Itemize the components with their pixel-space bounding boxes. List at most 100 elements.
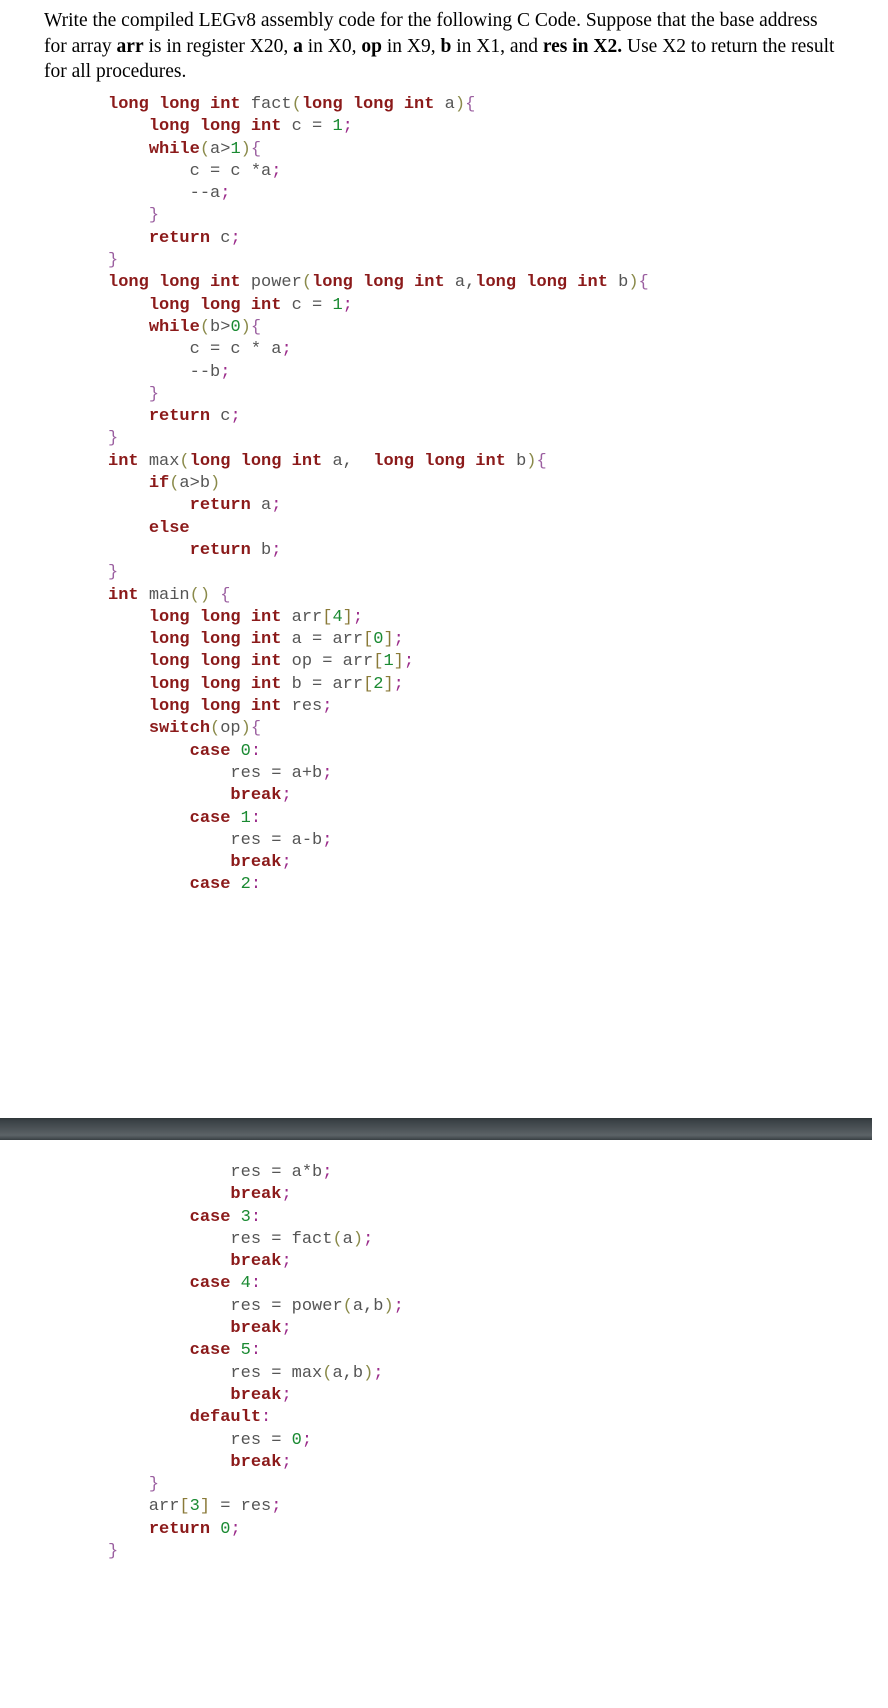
code-line: break; [108,1385,404,1407]
code-token-kw: long long int [148,652,292,672]
code-token-kw: case [189,1341,241,1361]
code-line: res = 0; [108,1430,404,1452]
code-token-id [108,1475,149,1494]
code-token-semi: ; [301,1430,313,1450]
code-token-paren: ) [363,1363,374,1383]
code-token-id: op [220,719,241,739]
code-token-id: res = a+b [108,763,323,783]
code-token-brace: } [108,1542,119,1562]
code-token-num: 2 [240,875,251,895]
code-token-id: b [261,540,272,560]
code-line: long long int c = 1; [108,295,649,317]
code-token-kw: return [148,1519,221,1539]
code-token-semi: ; [281,1319,292,1339]
code-token-paren: ) [628,273,639,293]
code-line: --b; [108,362,649,384]
code-line: long long int op = arr[1]; [108,651,649,673]
code-line: break; [108,852,649,874]
code-line: case 5: [108,1340,404,1362]
code-token-kw: long long int [148,607,292,627]
code-token-paren: ) [240,317,251,337]
code-line: --a; [108,183,649,205]
code-token-id: a [352,1296,364,1316]
code-token-semi: ; [230,1519,241,1539]
code-token-paren: ( [179,451,190,471]
code-token-op: = [322,652,343,672]
code-token-num: 4 [332,607,343,627]
code-token-kw: default [189,1408,262,1428]
code-token-kw: break [230,1385,282,1405]
code-line: } [108,562,649,584]
code-token-op: > [220,139,231,159]
code-line: arr[3] = res; [108,1496,404,1518]
code-line: return a; [108,495,649,517]
prompt-emphasis: in X2. [567,35,623,57]
code-token-kw: if [148,474,170,494]
code-line: res = a*b; [108,1162,404,1184]
code-token-brace: } [148,384,160,404]
code-token-semi: ; [281,1252,292,1272]
code-token-semi: ; [281,786,292,806]
code-token-id: b [373,1296,384,1316]
code-token-id: op [291,652,323,672]
code-token-id [108,318,149,337]
code-token-kw: else [148,518,190,538]
code-token-id: a [444,95,455,114]
code-token-num: 1 [230,139,241,159]
prompt-text: in X1, and [451,35,543,57]
code-token-semi: ; [393,630,404,650]
code-token-id [108,117,149,136]
code-line: } [108,1474,404,1496]
code-token-id: arr [332,674,364,694]
code-line: } [108,384,649,406]
code-token-id: a [261,496,272,516]
code-token-semi: ; [230,407,241,427]
code-token-id [108,1520,149,1539]
code-line: res = a+b; [108,763,649,785]
code-token-semi: ; [322,763,333,783]
code-token-kw: break [230,786,282,806]
code-token-kw: break [230,1452,282,1472]
code-token-paren: ( [301,273,313,293]
code-token-brkt: [ [373,652,384,672]
code-token-id: res = a-b [108,830,323,850]
code-line: long long int a = arr[0]; [108,629,649,651]
code-token-num: 1 [332,295,343,315]
code-token-op: , [342,1363,353,1383]
code-token-id [108,697,149,716]
code-token-semi: ; [322,697,333,717]
code-line: } [108,1541,404,1563]
code-token-paren: ) [352,1229,364,1249]
code-token-semi: ; [373,1363,384,1383]
code-line: long long int fact(long long int a){ [108,94,649,116]
code-token-id: max [148,451,180,471]
code-token-kw: return [148,407,221,427]
prompt-text: in X0, [302,35,362,57]
code-token-kw: break [230,853,282,873]
code-token-paren: ( [342,1296,353,1316]
code-line: int main() { [108,585,649,607]
code-line: long long int res; [108,696,649,718]
code-line: c = c *a; [108,161,649,183]
code-token-id: c [291,295,313,315]
code-token-kw: long long int [108,95,251,114]
code-token-num: 0 [230,317,241,337]
code-token-id [108,652,149,671]
page-break-divider-bar [0,1118,872,1140]
code-line: if(a>b) [108,473,649,495]
code-token-id: b [352,1363,364,1383]
code-token-id: power [250,273,302,293]
c-code-listing-top: long long int fact(long long int a){ lon… [108,94,649,897]
code-token-semi: ; [352,607,364,627]
code-line: } [108,205,649,227]
code-token-paren: ( [199,317,211,337]
prompt-emphasis: res [542,35,568,57]
code-token-brkt: [ [363,674,374,694]
code-token-kw: break [230,1319,282,1339]
code-token-semi: ; [281,1185,292,1205]
code-line: return b; [108,540,649,562]
code-token-semi: ; [363,1229,374,1249]
code-token-id [108,719,149,738]
code-token-semi: ; [271,161,282,181]
code-token-id [108,541,190,560]
